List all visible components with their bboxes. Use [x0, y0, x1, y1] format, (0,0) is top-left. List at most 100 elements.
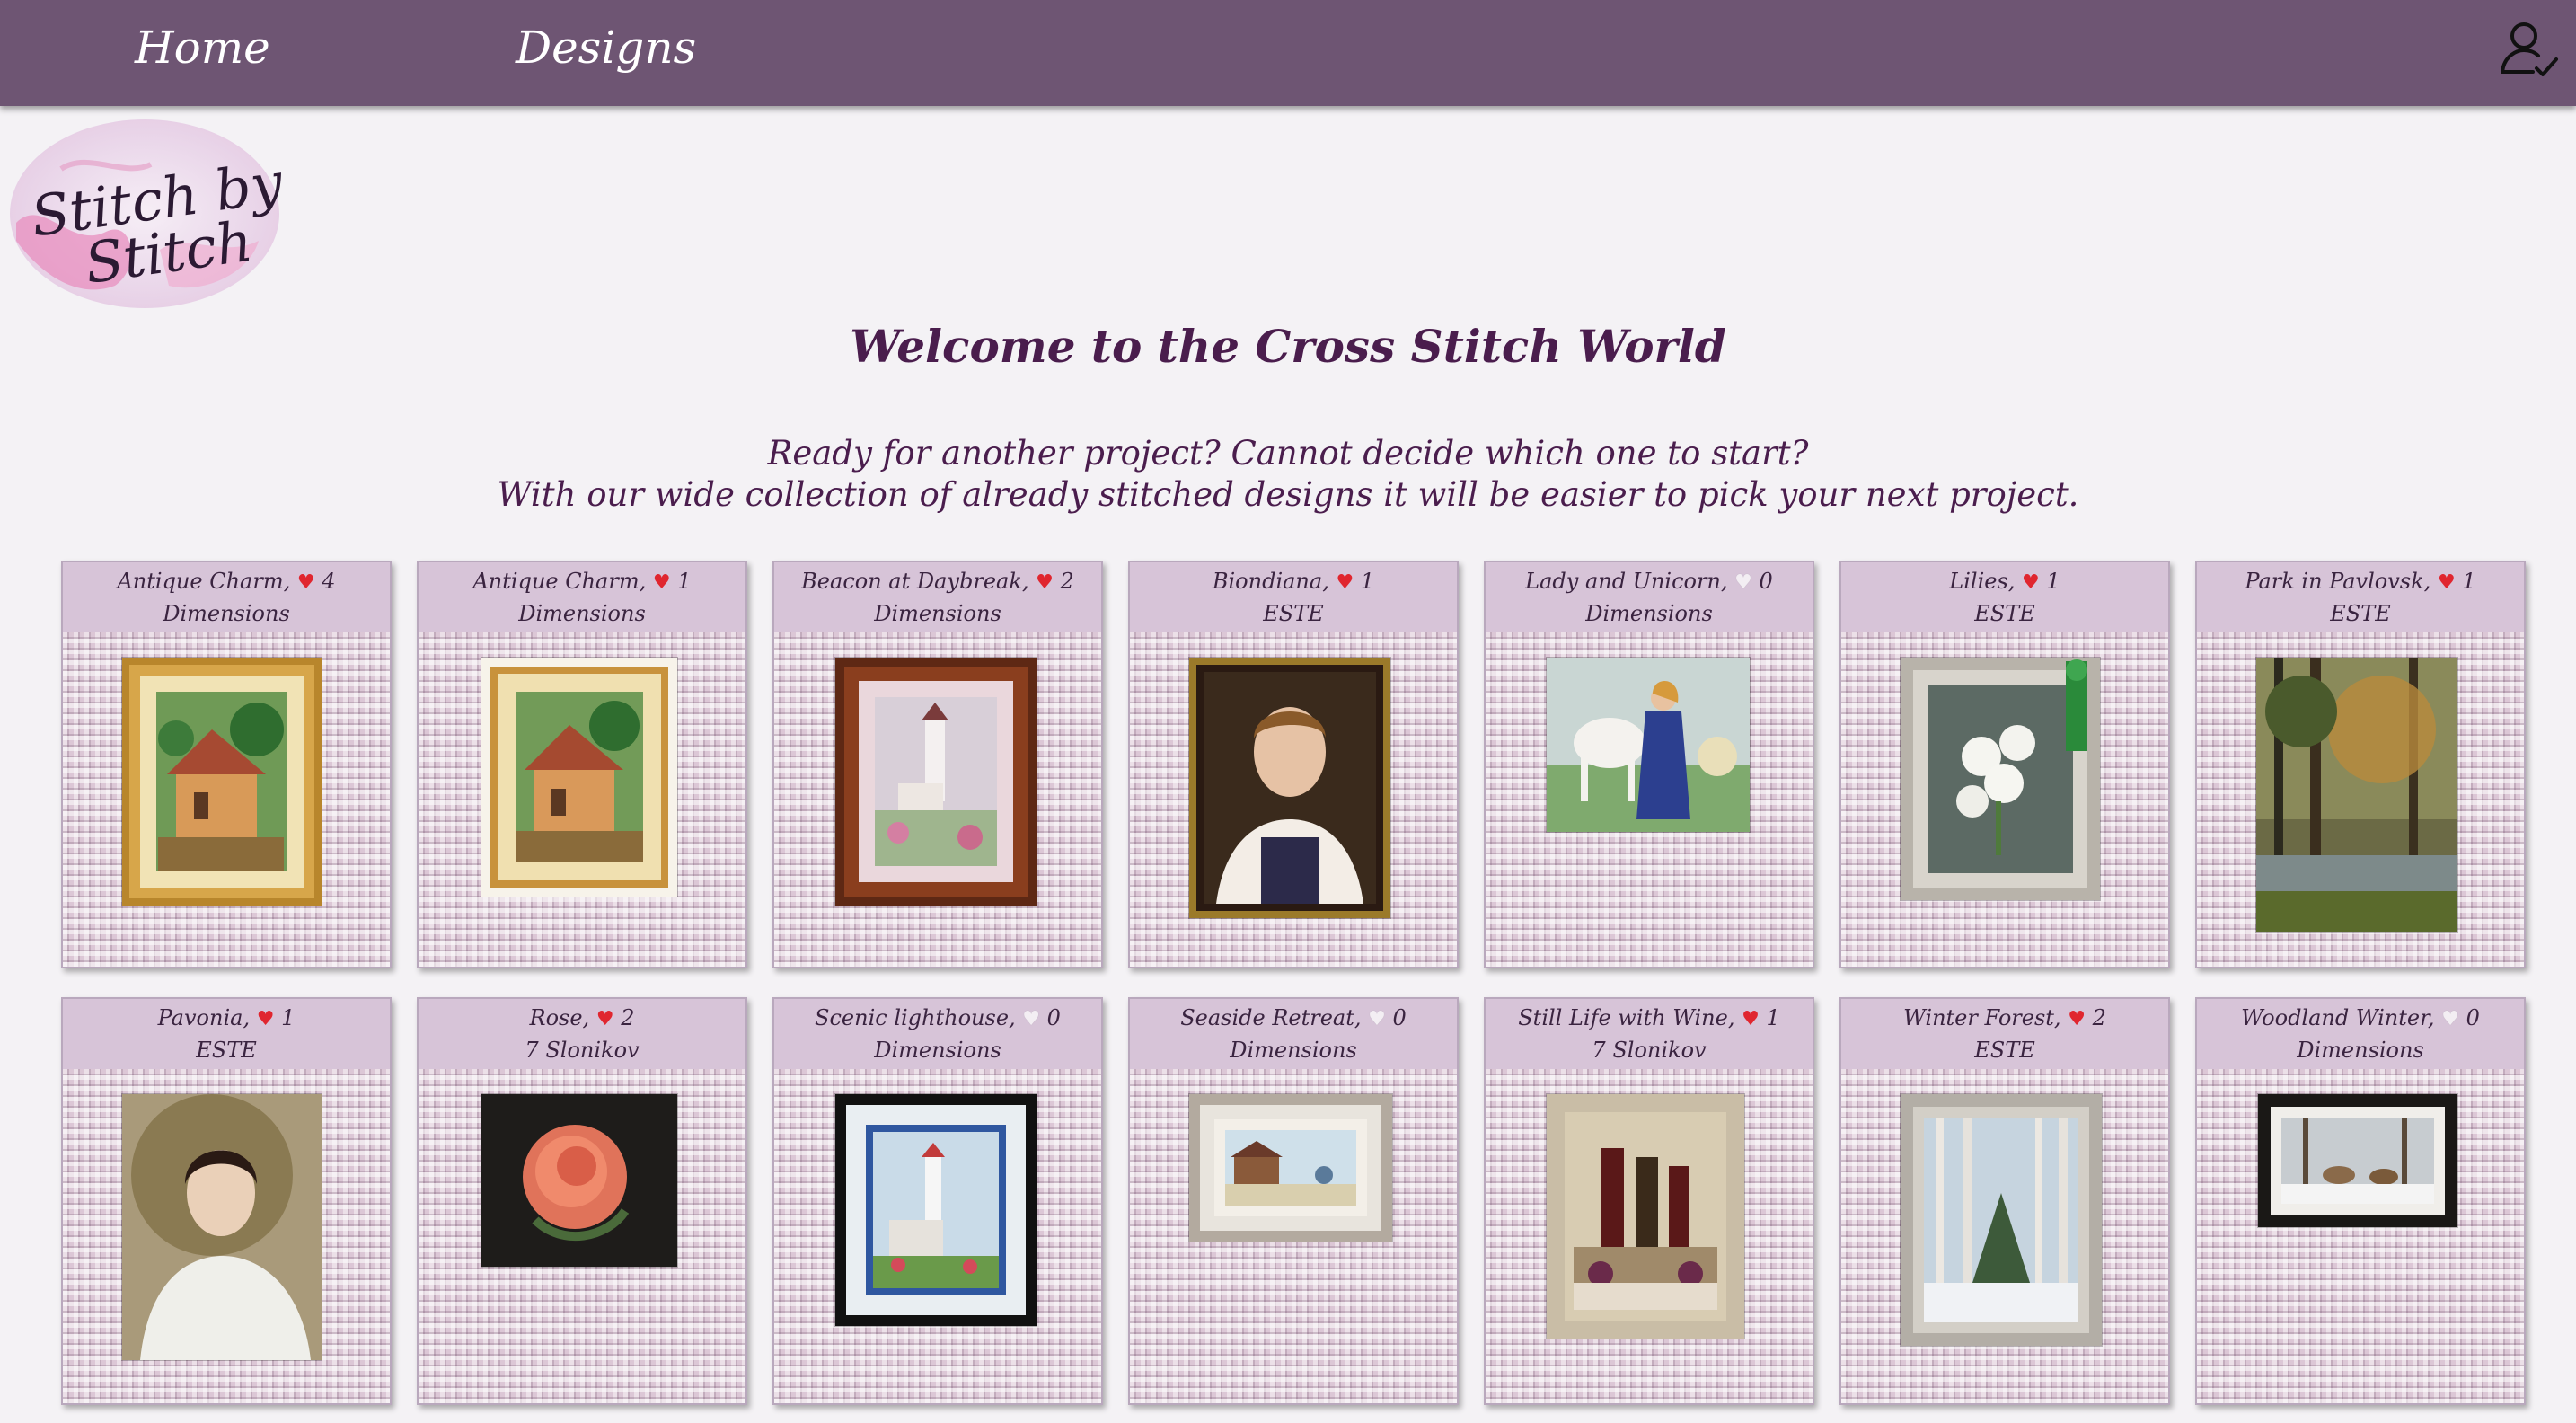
- like-count: 1: [677, 569, 692, 594]
- design-image-woodland-winter[interactable]: [2258, 1094, 2457, 1227]
- design-name: Biondiana,: [1212, 569, 1329, 594]
- design-card[interactable]: Biondiana, ♥ 1 ESTE: [1128, 561, 1459, 968]
- design-name: Rose,: [529, 1005, 590, 1030]
- design-name: Seaside Retreat,: [1180, 1005, 1362, 1030]
- design-image-winter-forest[interactable]: [1901, 1094, 2102, 1346]
- design-image-portrait[interactable]: [1189, 658, 1390, 918]
- design-card[interactable]: Antique Charm, ♥ 4 Dimensions: [61, 561, 392, 968]
- card-header: Lilies, ♥ 1 ESTE: [1841, 562, 2168, 632]
- design-image-pavonia[interactable]: [122, 1094, 322, 1360]
- card-header: Seaside Retreat, ♥ 0 Dimensions: [1130, 999, 1457, 1069]
- design-name: Antique Charm,: [117, 569, 291, 594]
- heart-icon[interactable]: ♥: [653, 571, 671, 594]
- design-name: Beacon at Daybreak,: [801, 569, 1029, 594]
- heart-icon[interactable]: ♥: [2068, 1008, 2086, 1030]
- design-card[interactable]: Winter Forest, ♥ 2 ESTE: [1839, 997, 2170, 1405]
- like-count: 1: [1766, 1005, 1780, 1030]
- like-count: 1: [281, 1005, 296, 1030]
- card-header: Winter Forest, ♥ 2 ESTE: [1841, 999, 2168, 1069]
- design-card[interactable]: Lilies, ♥ 1 ESTE: [1839, 561, 2170, 968]
- site-logo[interactable]: Stitch by Stitch: [7, 115, 287, 311]
- design-card[interactable]: Rose, ♥ 2 7 Slonikov: [417, 997, 747, 1405]
- design-card[interactable]: Scenic lighthouse, ♥ 0 Dimensions: [772, 997, 1103, 1405]
- heart-icon[interactable]: ♥: [1036, 571, 1054, 594]
- like-count: 0: [2466, 1005, 2480, 1030]
- card-header: Antique Charm, ♥ 4 Dimensions: [63, 562, 390, 632]
- design-name: Lady and Unicorn,: [1525, 569, 1728, 594]
- intro-text: Ready for another project? Cannot decide…: [0, 433, 2576, 516]
- nav-home-link[interactable]: Home: [135, 22, 270, 74]
- card-header: Lady and Unicorn, ♥ 0 Dimensions: [1486, 562, 1813, 632]
- nav-designs-link[interactable]: Designs: [516, 22, 696, 74]
- design-image-rose[interactable]: [481, 1094, 677, 1267]
- like-count: 2: [621, 1005, 635, 1030]
- design-card[interactable]: Antique Charm, ♥ 1 Dimensions: [417, 561, 747, 968]
- design-card[interactable]: Lady and Unicorn, ♥ 0 Dimensions: [1484, 561, 1814, 968]
- design-name: Antique Charm,: [472, 569, 647, 594]
- designs-grid: Antique Charm, ♥ 4 Dimensions Antique Ch…: [61, 561, 2526, 1405]
- design-card[interactable]: Still Life with Wine, ♥ 1 7 Slonikov: [1484, 997, 1814, 1405]
- design-maker: 7 Slonikov: [525, 1038, 640, 1063]
- design-image-wine[interactable]: [1547, 1094, 1744, 1339]
- card-header: Rose, ♥ 2 7 Slonikov: [419, 999, 745, 1069]
- like-count: 0: [1392, 1005, 1407, 1030]
- design-image-cottage[interactable]: [481, 658, 677, 897]
- design-image-seaside[interactable]: [1189, 1094, 1392, 1242]
- like-count: 0: [1759, 569, 1773, 594]
- like-count: 1: [2462, 569, 2476, 594]
- user-check-icon[interactable]: [2497, 16, 2562, 81]
- heart-icon[interactable]: ♥: [1368, 1008, 1386, 1030]
- card-header: Pavonia, ♥ 1 ESTE: [63, 999, 390, 1069]
- heart-icon[interactable]: ♥: [297, 571, 315, 594]
- design-maker: ESTE: [1974, 601, 2035, 626]
- design-maker: ESTE: [1974, 1038, 2035, 1063]
- design-image-lighthouse[interactable]: [835, 658, 1037, 906]
- design-name: Woodland Winter,: [2241, 1005, 2435, 1030]
- design-maker: ESTE: [1263, 601, 1324, 626]
- like-count: 1: [1360, 569, 1375, 594]
- design-image-unicorn[interactable]: [1547, 658, 1750, 832]
- top-navbar: Home Designs: [0, 0, 2576, 106]
- design-maker: ESTE: [196, 1038, 257, 1063]
- like-count: 0: [1046, 1005, 1061, 1030]
- heart-icon[interactable]: ♥: [1022, 1008, 1040, 1030]
- heart-icon[interactable]: ♥: [257, 1008, 275, 1030]
- design-card[interactable]: Park in Pavlovsk, ♥ 1 ESTE: [2195, 561, 2526, 968]
- heart-icon[interactable]: ♥: [2441, 1008, 2459, 1030]
- heart-icon[interactable]: ♥: [1336, 571, 1354, 594]
- design-card[interactable]: Beacon at Daybreak, ♥ 2 Dimensions: [772, 561, 1103, 968]
- like-count: 2: [1060, 569, 1074, 594]
- design-image-cottage[interactable]: [122, 658, 322, 906]
- heart-icon[interactable]: ♥: [2022, 571, 2040, 594]
- design-maker: Dimensions: [163, 601, 290, 626]
- design-card[interactable]: Seaside Retreat, ♥ 0 Dimensions: [1128, 997, 1459, 1405]
- heart-icon[interactable]: ♥: [596, 1008, 614, 1030]
- design-maker: ESTE: [2330, 601, 2391, 626]
- card-header: Scenic lighthouse, ♥ 0 Dimensions: [774, 999, 1101, 1069]
- design-image-scenic-lighthouse[interactable]: [835, 1094, 1037, 1326]
- design-maker: Dimensions: [1585, 601, 1713, 626]
- design-image-lilies[interactable]: [1901, 658, 2100, 900]
- heart-icon[interactable]: ♥: [1742, 1008, 1760, 1030]
- intro-line-2: With our wide collection of already stit…: [497, 475, 2079, 514]
- like-count: 4: [322, 569, 336, 594]
- design-maker: Dimensions: [2297, 1038, 2424, 1063]
- card-header: Biondiana, ♥ 1 ESTE: [1130, 562, 1457, 632]
- design-image-park[interactable]: [2256, 658, 2457, 932]
- card-header: Park in Pavlovsk, ♥ 1 ESTE: [2197, 562, 2524, 632]
- heart-icon[interactable]: ♥: [1734, 571, 1752, 594]
- design-maker: 7 Slonikov: [1592, 1038, 1707, 1063]
- card-header: Beacon at Daybreak, ♥ 2 Dimensions: [774, 562, 1101, 632]
- design-name: Pavonia,: [157, 1005, 251, 1030]
- design-maker: Dimensions: [874, 601, 1001, 626]
- design-name: Scenic lighthouse,: [815, 1005, 1016, 1030]
- design-name: Park in Pavlovsk,: [2245, 569, 2431, 594]
- heart-icon[interactable]: ♥: [2438, 571, 2456, 594]
- design-card[interactable]: Woodland Winter, ♥ 0 Dimensions: [2195, 997, 2526, 1405]
- like-count: 1: [2046, 569, 2060, 594]
- card-header: Still Life with Wine, ♥ 1 7 Slonikov: [1486, 999, 1813, 1069]
- page-title: Welcome to the Cross Stitch World: [850, 320, 1726, 373]
- design-card[interactable]: Pavonia, ♥ 1 ESTE: [61, 997, 392, 1405]
- design-name: Lilies,: [1949, 569, 2016, 594]
- like-count: 2: [2092, 1005, 2106, 1030]
